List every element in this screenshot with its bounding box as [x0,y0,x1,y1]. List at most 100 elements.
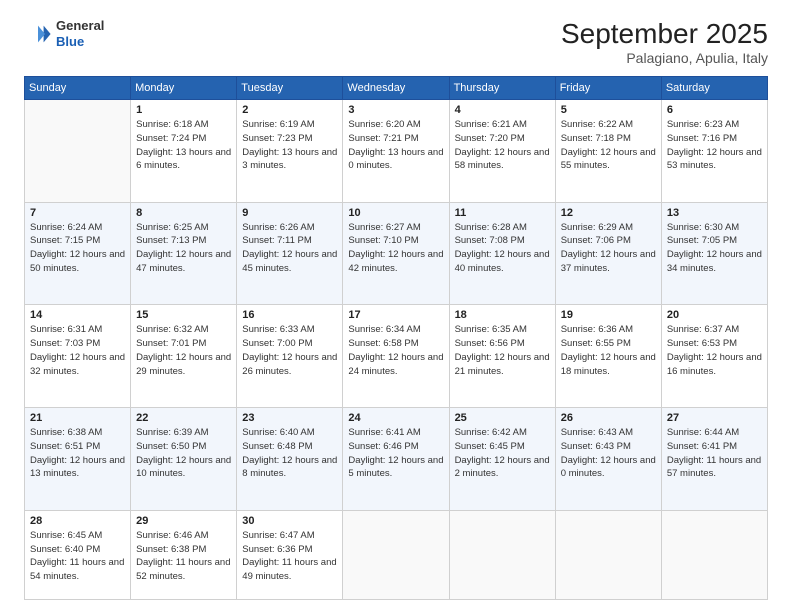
day-number: 9 [242,207,337,219]
day-of-week-header: Saturday [661,77,767,100]
day-info: Sunrise: 6:46 AMSunset: 6:38 PMDaylight:… [136,529,231,584]
calendar-day-cell: 6 Sunrise: 6:23 AMSunset: 7:16 PMDaylight… [661,100,767,203]
calendar-week-row: 1Sunrise: 6:18 AMSunset: 7:24 PMDaylight… [25,100,768,203]
calendar-day-cell: 5 Sunrise: 6:22 AMSunset: 7:18 PMDaylight… [555,100,661,203]
day-info: Sunrise: 6:44 AMSunset: 6:41 PMDaylight:… [667,426,762,481]
day-number: 26 [561,412,656,424]
day-number: 2 [242,104,337,116]
calendar-day-cell: 18Sunrise: 6:35 AMSunset: 6:56 PMDayligh… [449,305,555,408]
day-of-week-header: Monday [131,77,237,100]
calendar-day-cell [449,510,555,599]
day-number: 30 [242,515,337,527]
calendar-week-row: 14Sunrise: 6:31 AMSunset: 7:03 PMDayligh… [25,305,768,408]
day-info: Sunrise: 6:37 AMSunset: 6:53 PMDaylight:… [667,323,762,378]
day-info: Sunrise: 6:18 AMSunset: 7:24 PMDaylight:… [136,118,231,173]
calendar-day-cell: 1Sunrise: 6:18 AMSunset: 7:24 PMDaylight… [131,100,237,203]
calendar-week-row: 21 Sunrise: 6:38 AMSunset: 6:51 PMDayligh… [25,408,768,511]
day-number: 17 [348,309,443,321]
day-number: 15 [136,309,231,321]
day-number: 4 [455,104,550,116]
day-number: 3 [348,104,443,116]
calendar-day-cell: 11 Sunrise: 6:28 AMSunset: 7:08 PMDayligh… [449,202,555,305]
day-info: Sunrise: 6:45 AMSunset: 6:40 PMDaylight:… [30,529,125,584]
calendar-day-cell: 16 Sunrise: 6:33 AMSunset: 7:00 PMDayligh… [237,305,343,408]
calendar-day-cell [555,510,661,599]
day-info: Sunrise: 6:29 AMSunset: 7:06 PMDaylight:… [561,221,656,276]
day-number: 6 [667,104,762,116]
day-info: Sunrise: 6:32 AMSunset: 7:01 PMDaylight:… [136,323,231,378]
day-info: Sunrise: 6:19 AMSunset: 7:23 PMDaylight:… [242,118,337,173]
calendar-day-cell: 26Sunrise: 6:43 AMSunset: 6:43 PMDayligh… [555,408,661,511]
calendar-day-cell: 22 Sunrise: 6:39 AMSunset: 6:50 PMDayligh… [131,408,237,511]
calendar-day-cell: 20 Sunrise: 6:37 AMSunset: 6:53 PMDayligh… [661,305,767,408]
day-info: Sunrise: 6:42 AMSunset: 6:45 PMDaylight:… [455,426,550,481]
day-info: Sunrise: 6:38 AMSunset: 6:51 PMDaylight:… [30,426,125,481]
calendar-header-row: SundayMondayTuesdayWednesdayThursdayFrid… [25,77,768,100]
day-of-week-header: Friday [555,77,661,100]
calendar-week-row: 7 Sunrise: 6:24 AMSunset: 7:15 PMDaylight… [25,202,768,305]
day-number: 14 [30,309,125,321]
day-info: Sunrise: 6:34 AMSunset: 6:58 PMDaylight:… [348,323,443,378]
day-number: 13 [667,207,762,219]
day-info: Sunrise: 6:39 AMSunset: 6:50 PMDaylight:… [136,426,231,481]
calendar-week-row: 28 Sunrise: 6:45 AMSunset: 6:40 PMDayligh… [25,510,768,599]
logo-text: General Blue [56,18,104,49]
day-info: Sunrise: 6:25 AMSunset: 7:13 PMDaylight:… [136,221,231,276]
day-of-week-header: Sunday [25,77,131,100]
day-info: Sunrise: 6:27 AMSunset: 7:10 PMDaylight:… [348,221,443,276]
day-info: Sunrise: 6:36 AMSunset: 6:55 PMDaylight:… [561,323,656,378]
day-number: 19 [561,309,656,321]
day-number: 21 [30,412,125,424]
page: General Blue September 2025 Palagiano, A… [0,0,792,612]
day-number: 22 [136,412,231,424]
day-info: Sunrise: 6:33 AMSunset: 7:00 PMDaylight:… [242,323,337,378]
day-info: Sunrise: 6:23 AMSunset: 7:16 PMDaylight:… [667,118,762,173]
day-number: 20 [667,309,762,321]
calendar-day-cell: 9 Sunrise: 6:26 AMSunset: 7:11 PMDaylight… [237,202,343,305]
day-info: Sunrise: 6:24 AMSunset: 7:15 PMDaylight:… [30,221,125,276]
day-info: Sunrise: 6:22 AMSunset: 7:18 PMDaylight:… [561,118,656,173]
calendar-day-cell: 4 Sunrise: 6:21 AMSunset: 7:20 PMDaylight… [449,100,555,203]
day-number: 10 [348,207,443,219]
calendar-day-cell: 14Sunrise: 6:31 AMSunset: 7:03 PMDayligh… [25,305,131,408]
day-number: 29 [136,515,231,527]
calendar-day-cell: 27 Sunrise: 6:44 AMSunset: 6:41 PMDayligh… [661,408,767,511]
logo-general: General [56,18,104,34]
day-info: Sunrise: 6:26 AMSunset: 7:11 PMDaylight:… [242,221,337,276]
calendar-day-cell: 13Sunrise: 6:30 AMSunset: 7:05 PMDayligh… [661,202,767,305]
day-number: 11 [455,207,550,219]
calendar-day-cell [661,510,767,599]
day-number: 28 [30,515,125,527]
location-subtitle: Palagiano, Apulia, Italy [561,50,768,66]
calendar-day-cell: 17 Sunrise: 6:34 AMSunset: 6:58 PMDayligh… [343,305,449,408]
calendar-day-cell: 28 Sunrise: 6:45 AMSunset: 6:40 PMDayligh… [25,510,131,599]
calendar-day-cell: 10 Sunrise: 6:27 AMSunset: 7:10 PMDayligh… [343,202,449,305]
calendar-day-cell: 25Sunrise: 6:42 AMSunset: 6:45 PMDayligh… [449,408,555,511]
day-number: 16 [242,309,337,321]
day-number: 5 [561,104,656,116]
day-info: Sunrise: 6:21 AMSunset: 7:20 PMDaylight:… [455,118,550,173]
day-info: Sunrise: 6:47 AMSunset: 6:36 PMDaylight:… [242,529,337,584]
calendar: SundayMondayTuesdayWednesdayThursdayFrid… [24,76,768,600]
day-of-week-header: Tuesday [237,77,343,100]
calendar-day-cell: 12 Sunrise: 6:29 AMSunset: 7:06 PMDayligh… [555,202,661,305]
day-number: 7 [30,207,125,219]
calendar-day-cell: 3Sunrise: 6:20 AMSunset: 7:21 PMDaylight… [343,100,449,203]
day-info: Sunrise: 6:28 AMSunset: 7:08 PMDaylight:… [455,221,550,276]
calendar-day-cell: 21 Sunrise: 6:38 AMSunset: 6:51 PMDayligh… [25,408,131,511]
calendar-day-cell: 7 Sunrise: 6:24 AMSunset: 7:15 PMDaylight… [25,202,131,305]
month-title: September 2025 [561,18,768,50]
day-number: 8 [136,207,231,219]
header: General Blue September 2025 Palagiano, A… [24,18,768,66]
day-number: 27 [667,412,762,424]
day-of-week-header: Thursday [449,77,555,100]
day-number: 23 [242,412,337,424]
logo-blue: Blue [56,34,104,50]
day-of-week-header: Wednesday [343,77,449,100]
day-number: 24 [348,412,443,424]
calendar-day-cell: 15 Sunrise: 6:32 AMSunset: 7:01 PMDayligh… [131,305,237,408]
calendar-day-cell: 2 Sunrise: 6:19 AMSunset: 7:23 PMDaylight… [237,100,343,203]
day-number: 18 [455,309,550,321]
day-number: 12 [561,207,656,219]
day-info: Sunrise: 6:40 AMSunset: 6:48 PMDaylight:… [242,426,337,481]
